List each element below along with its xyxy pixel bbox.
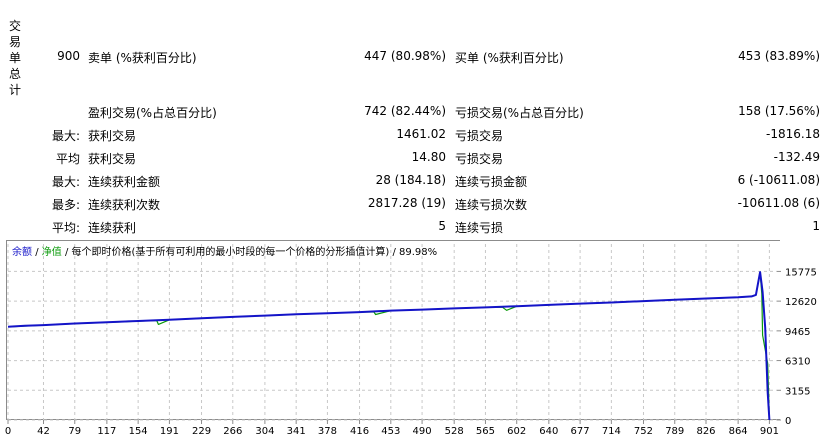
average-consecutive-loss-label: 连续亏损 (455, 221, 504, 235)
chart-legend: 余额 / 净值 / 每个即时价格(基于所有可利用的最小时段的每一个价格的分形插值… (12, 243, 437, 258)
legend-description: / 每个即时价格(基于所有可利用的最小时段的每一个价格的分形插值计算) / 89… (64, 247, 438, 258)
x-tick-label: 378 (318, 426, 337, 437)
y-tick-label: 12620 (785, 297, 817, 308)
x-tick-label: 490 (413, 426, 432, 437)
x-tick-label: 752 (634, 426, 653, 437)
profit-trades-value: 742 (82.44%) (364, 104, 446, 118)
largest-loss-value: -1816.18 (766, 127, 820, 141)
x-tick-label: 0 (5, 426, 11, 437)
long-trades-value: 453 (83.89%) (738, 49, 820, 63)
row-prefix: 最大: (51, 129, 80, 143)
largest-profit-label: 获利交易 (88, 129, 137, 143)
row-prefix: 最大: (51, 175, 80, 189)
x-tick-label: 154 (129, 426, 148, 437)
max-consecutive-profit-count-value: 2817.28 (19) (367, 196, 446, 210)
x-tick-label: 42 (37, 426, 50, 437)
x-tick-label: 826 (696, 426, 715, 437)
legend-balance: 余额 (12, 247, 32, 258)
loss-trades-value: 158 (17.56%) (738, 104, 820, 118)
y-tick-label: 9465 (785, 327, 810, 338)
x-tick-label: 528 (445, 426, 464, 437)
average-loss-label: 亏损交易 (455, 152, 504, 166)
x-tick-label: 453 (381, 426, 400, 437)
long-trades-label: 买单 (%获利百分比) (455, 51, 564, 65)
average-profit-value: 14.80 (411, 150, 446, 164)
legend-separator: / (35, 247, 39, 258)
row-prefix: 平均 (55, 152, 80, 166)
x-tick-label: 79 (68, 426, 81, 437)
x-axis-ticks: 0 42 79 117 154 191 229 266 304 341 378 416 453 490 52… (5, 420, 779, 437)
max-consecutive-profit-count-label: 连续获利次数 (88, 198, 161, 212)
x-tick-label: 416 (350, 426, 369, 437)
x-tick-label: 602 (507, 426, 526, 437)
largest-profit-value: 1461.02 (396, 127, 446, 141)
x-tick-label: 640 (539, 426, 558, 437)
x-tick-label: 191 (160, 426, 179, 437)
max-consecutive-loss-count-label: 连续亏损次数 (455, 198, 528, 212)
max-consecutive-loss-amount-value: 6 (-10611.08) (737, 173, 820, 187)
legend-equity: 净值 (41, 247, 62, 258)
trade-summary-vertical-title: 交 易 单 总 计 (8, 18, 22, 98)
chart-frame (6, 240, 780, 420)
max-consecutive-loss-amount-label: 连续亏损金额 (455, 175, 528, 189)
max-consecutive-loss-count-value: -10611.08 (6) (737, 196, 820, 210)
x-tick-label: 266 (223, 426, 242, 437)
vtitle-char: 单 (8, 51, 21, 65)
max-consecutive-profit-amount-label: 连续获利金额 (88, 175, 161, 189)
x-tick-label: 677 (571, 426, 590, 437)
x-tick-label: 714 (602, 426, 621, 437)
y-axis-ticks: 0 3155 6310 9465 12620 15775 (777, 267, 817, 427)
short-trades-value: 447 (80.98%) (364, 49, 446, 63)
average-profit-label: 获利交易 (88, 152, 137, 166)
vtitle-char: 交 (8, 19, 21, 33)
largest-loss-label: 亏损交易 (455, 129, 504, 143)
short-trades-label: 卖单 (%获利百分比) (88, 51, 197, 65)
x-tick-label: 901 (760, 426, 779, 437)
y-tick-label: 15775 (785, 267, 817, 278)
average-consecutive-profit-value: 5 (438, 219, 446, 233)
average-consecutive-profit-label: 连续获利 (88, 221, 137, 235)
vtitle-char: 计 (8, 83, 21, 97)
loss-trades-label: 亏损交易(%占总百分比) (455, 106, 584, 120)
x-tick-label: 864 (729, 426, 748, 437)
max-consecutive-profit-amount-value: 28 (184.18) (375, 173, 446, 187)
x-tick-label: 565 (476, 426, 495, 437)
x-tick-label: 117 (97, 426, 116, 437)
y-tick-label: 3155 (785, 386, 810, 397)
x-tick-label: 789 (665, 426, 684, 437)
y-tick-label: 0 (785, 416, 791, 427)
row-prefix: 最多: (51, 198, 80, 212)
y-tick-label: 6310 (785, 357, 810, 368)
x-tick-label: 341 (287, 426, 306, 437)
total-trades-value: 900 (57, 49, 80, 63)
vtitle-char: 易 (8, 35, 21, 49)
profit-trades-label: 盈利交易(%占总百分比) (88, 106, 217, 120)
row-prefix: 平均: (51, 221, 80, 235)
x-tick-label: 229 (192, 426, 211, 437)
average-loss-value: -132.49 (773, 150, 820, 164)
average-consecutive-loss-value: 1 (812, 219, 820, 233)
vtitle-char: 总 (8, 67, 21, 81)
x-tick-label: 304 (255, 426, 274, 437)
